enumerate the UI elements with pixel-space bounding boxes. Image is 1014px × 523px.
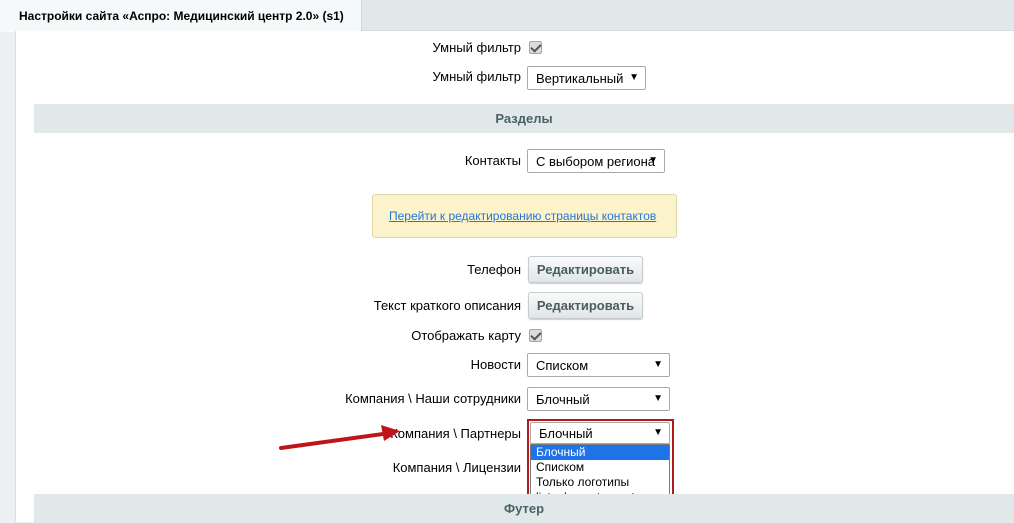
annotation-arrow-icon xyxy=(279,425,400,450)
